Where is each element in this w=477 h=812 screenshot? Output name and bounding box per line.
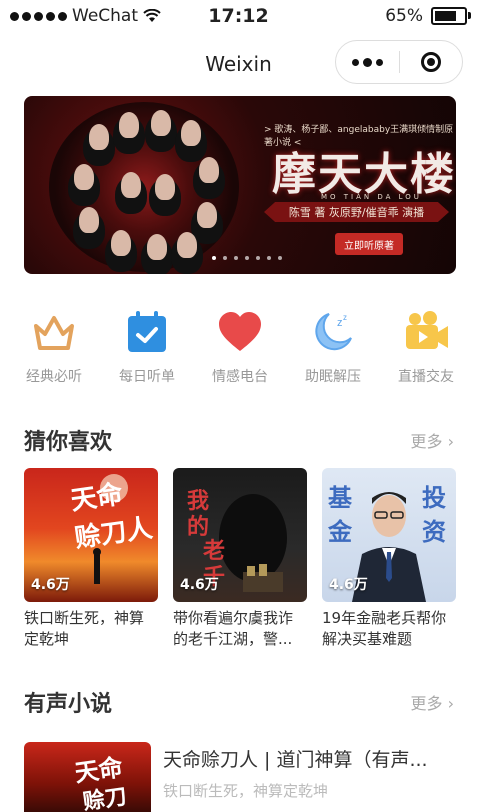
listen-original-button[interactable]: 立即听原著 <box>335 233 403 255</box>
close-mini-program-button[interactable] <box>400 41 462 83</box>
svg-text:我: 我 <box>187 488 209 514</box>
category-live[interactable]: 直播交友 <box>379 300 473 386</box>
svg-text:赊刀: 赊刀 <box>81 783 128 812</box>
category-daily[interactable]: 每日听单 <box>100 300 194 386</box>
category-label: 每日听单 <box>119 369 175 385</box>
category-label: 情感电台 <box>212 369 268 385</box>
svg-text:天命: 天命 <box>69 479 126 517</box>
heart-icon <box>219 312 261 351</box>
card-title: 19年金融老兵帮你解决买基难题 <box>322 609 447 648</box>
category-sleep[interactable]: zz 助眠解压 <box>286 300 380 386</box>
nav-bar: Weixin <box>0 35 477 91</box>
carousel-dot[interactable] <box>267 256 271 260</box>
banner-credit: 陈雪 著 灰原野/催音乖 演播 <box>264 202 449 222</box>
battery-group: 65% <box>385 6 471 26</box>
guess-card-list: 天命 赊刀人 4.6万 铁口断生死，神算定乾坤 我的老千 4.6万 带你看遍尔虞我… <box>24 468 456 658</box>
svg-text:赊刀人: 赊刀人 <box>73 512 155 554</box>
more-options-button[interactable] <box>336 41 399 83</box>
carousel-indicator[interactable] <box>212 256 282 260</box>
novel-cover: 天命 赊刀 <box>24 742 151 812</box>
more-link[interactable]: 更多 › <box>411 428 455 452</box>
svg-text:天命: 天命 <box>73 752 126 788</box>
svg-text:老: 老 <box>202 538 225 564</box>
guess-section-header: 猜你喜欢 更多 › <box>24 424 455 455</box>
card-cover: 我的老千 4.6万 <box>173 468 307 602</box>
card-title: 铁口断生死，神算定乾坤 <box>24 609 145 648</box>
play-count: 4.6万 <box>180 577 219 593</box>
novel-list-item[interactable]: 天命 赊刀 天命赊刀人 | 道门神算（有声... 铁口断生死，神算定乾坤 <box>24 742 456 812</box>
crown-icon <box>34 316 74 350</box>
recommend-card[interactable]: 我的老千 4.6万 带你看遍尔虞我诈的老千江湖，警... <box>173 468 307 650</box>
cover-art: 天命赊刀 <box>73 752 129 812</box>
status-bar: WeChat 17:12 65% <box>0 0 477 32</box>
banner-cast-image <box>49 102 239 272</box>
play-count: 4.6万 <box>31 577 70 593</box>
svg-text:金: 金 <box>327 518 353 546</box>
play-count: 4.6万 <box>329 577 368 593</box>
carousel-dot[interactable] <box>256 256 260 260</box>
category-row: 经典必听 每日听单 情感电台 zz 助眠解压 直播交友 <box>0 300 477 390</box>
svg-text:的: 的 <box>187 514 209 540</box>
novel-description: 铁口断生死，神算定乾坤 <box>163 782 329 800</box>
card-cover: 基金 投资 4.6万 <box>322 468 456 602</box>
card-title: 带你看遍尔虞我诈的老千江湖，警... <box>173 609 294 648</box>
recommend-card[interactable]: 天命 赊刀人 4.6万 铁口断生死，神算定乾坤 <box>24 468 158 650</box>
category-label: 助眠解压 <box>305 369 361 385</box>
battery-percent: 65% <box>385 6 423 26</box>
novel-section-header: 有声小说 更多 › <box>24 686 455 717</box>
svg-text:投: 投 <box>422 484 446 512</box>
category-label: 经典必听 <box>26 369 82 385</box>
mini-program-capsule <box>335 40 463 84</box>
calendar-check-icon <box>128 311 166 352</box>
carousel-dot[interactable] <box>223 256 227 260</box>
promo-banner[interactable]: > 歌涛、杨子鄙、angelababy王满琪倾情制原著小说 < 摩天大楼 MO … <box>24 96 456 274</box>
svg-text:基: 基 <box>328 484 353 512</box>
target-icon <box>420 52 441 72</box>
novel-title: 天命赊刀人 | 道门神算（有声... <box>163 749 428 771</box>
recommend-card[interactable]: 基金 投资 4.6万 19年金融老兵帮你解决买基难题 <box>322 468 456 650</box>
carousel-dot[interactable] <box>234 256 238 260</box>
carousel-dot[interactable] <box>212 256 216 260</box>
svg-text:z: z <box>337 317 343 329</box>
category-emotion[interactable]: 情感电台 <box>193 300 287 386</box>
section-title: 猜你喜欢 <box>24 430 113 455</box>
battery-icon <box>431 7 471 25</box>
category-label: 直播交友 <box>398 369 454 385</box>
carousel-dot[interactable] <box>245 256 249 260</box>
category-classic[interactable]: 经典必听 <box>7 300 101 386</box>
banner-pinyin: MO TIAN DA LOU <box>321 193 422 201</box>
carousel-dot[interactable] <box>278 256 282 260</box>
svg-text:z: z <box>343 313 347 322</box>
section-title: 有声小说 <box>24 692 113 717</box>
more-link[interactable]: 更多 › <box>411 690 455 714</box>
video-camera-icon <box>406 311 448 349</box>
card-cover: 天命 赊刀人 4.6万 <box>24 468 158 602</box>
moon-sleep-icon: zz <box>315 313 352 351</box>
svg-text:资: 资 <box>422 518 446 546</box>
